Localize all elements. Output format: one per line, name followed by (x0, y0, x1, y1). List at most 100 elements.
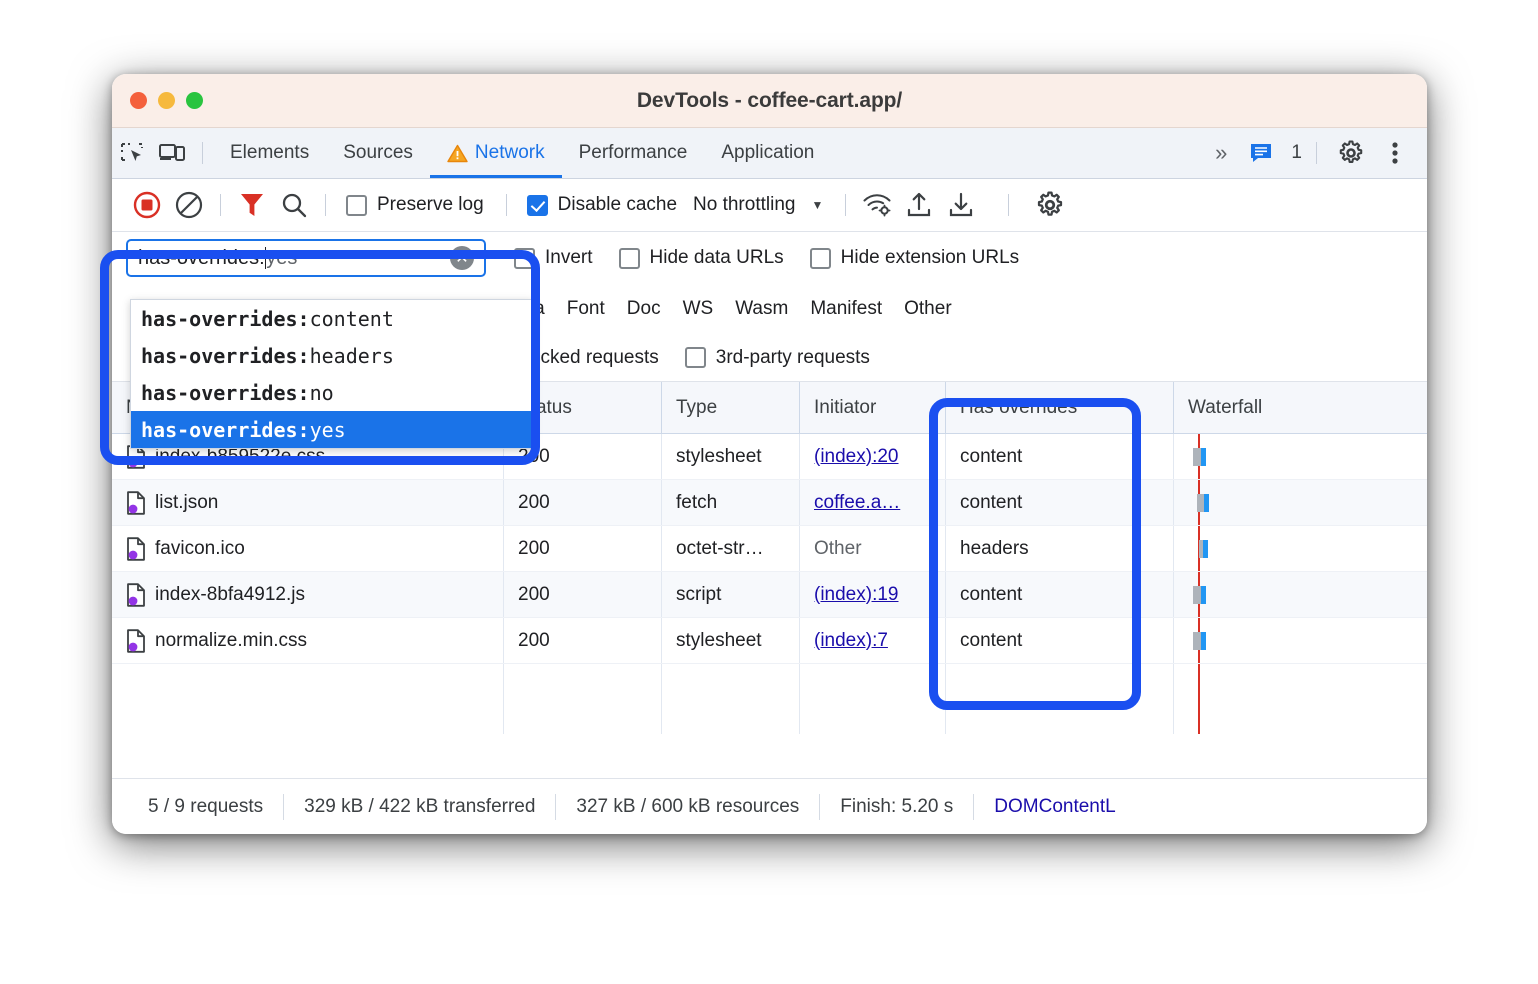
cell-has-overrides: headers (946, 526, 1174, 571)
search-icon[interactable] (273, 188, 315, 222)
type-filter-manifest[interactable]: Manifest (810, 298, 882, 320)
cell-status: 200 (504, 618, 662, 663)
tab-application[interactable]: Application (704, 128, 831, 178)
cell-waterfall (1174, 480, 1427, 525)
initiator-link[interactable]: coffee.a… (814, 492, 900, 514)
column-header-has-overrides[interactable]: Has overrides (946, 382, 1174, 433)
third-party-requests-box[interactable] (685, 347, 706, 368)
hide-data-urls-checkbox[interactable]: Hide data URLs (619, 247, 784, 269)
tab-network[interactable]: Network (430, 128, 562, 178)
hide-extension-urls-box[interactable] (810, 248, 831, 269)
cell-name[interactable]: index-8bfa4912.js (112, 572, 504, 617)
empty-cell-initiator (800, 664, 946, 734)
hide-extension-urls-label: Hide extension URLs (841, 247, 1019, 269)
window-title: DevTools - coffee-cart.app/ (112, 89, 1427, 113)
tab-performance[interactable]: Performance (562, 128, 705, 178)
status-requests: 5 / 9 requests (128, 796, 283, 818)
cell-type: script (662, 572, 800, 617)
autocomplete-option-no[interactable]: has-overrides:no (131, 374, 533, 411)
hide-extension-urls-checkbox[interactable]: Hide extension URLs (810, 247, 1019, 269)
cell-name-text: normalize.min.css (155, 630, 307, 652)
cell-status: 200 (504, 526, 662, 571)
cell-initiator[interactable]: coffee.a… (800, 480, 946, 525)
preserve-log-checkbox[interactable]: Preserve log (346, 194, 484, 216)
cell-initiator[interactable]: (index):19 (800, 572, 946, 617)
table-row[interactable]: favicon.ico 200 octet-str… Other headers (112, 526, 1427, 572)
toolbar-divider-5 (1008, 194, 1009, 216)
empty-cell-status (504, 664, 662, 734)
cell-name[interactable]: list.json (112, 480, 504, 525)
toolbar-divider (202, 142, 203, 164)
chevron-down-icon[interactable]: ▼ (811, 198, 823, 212)
cell-has-overrides: content (946, 480, 1174, 525)
third-party-requests-checkbox[interactable]: 3rd-party requests (685, 347, 870, 369)
record-stop-icon[interactable] (126, 188, 168, 222)
table-row[interactable]: normalize.min.css 200 stylesheet (index)… (112, 618, 1427, 664)
cell-initiator[interactable]: (index):7 (800, 618, 946, 663)
device-toolbar-icon[interactable] (152, 138, 192, 168)
filter-input-ghost: yes (266, 247, 297, 270)
inspect-element-icon[interactable] (112, 138, 152, 168)
empty-cell-name (112, 664, 504, 734)
wifi-settings-icon[interactable] (856, 188, 898, 222)
autocomplete-prefix: has-overrides: (141, 381, 310, 405)
cell-initiator[interactable]: (index):20 (800, 434, 946, 479)
type-filter-other[interactable]: Other (904, 298, 952, 320)
invert-checkbox[interactable]: Invert (514, 247, 593, 269)
column-header-waterfall[interactable]: Waterfall (1174, 382, 1427, 433)
autocomplete-prefix: has-overrides: (141, 418, 310, 442)
column-header-type[interactable]: Type (662, 382, 800, 433)
empty-cell-type (662, 664, 800, 734)
cell-name[interactable]: normalize.min.css (112, 618, 504, 663)
cell-status: 200 (504, 572, 662, 617)
table-row[interactable]: list.json 200 fetch coffee.a… content (112, 480, 1427, 526)
table-empty-area (112, 664, 1427, 734)
network-settings-gear-icon[interactable] (1029, 188, 1071, 222)
gear-icon[interactable] (1331, 138, 1371, 168)
initiator-link[interactable]: (index):20 (814, 446, 899, 468)
type-filter-font[interactable]: Font (567, 298, 605, 320)
type-filter-doc[interactable]: Doc (627, 298, 661, 320)
hide-data-urls-box[interactable] (619, 248, 640, 269)
toolbar-divider-1 (220, 194, 221, 216)
tab-sources[interactable]: Sources (326, 128, 430, 178)
window-titlebar: DevTools - coffee-cart.app/ (112, 74, 1427, 128)
invert-box[interactable] (514, 248, 535, 269)
cell-name-text: index-8bfa4912.js (155, 584, 305, 606)
preserve-log-box[interactable] (346, 195, 367, 216)
initiator-link[interactable]: (index):7 (814, 630, 888, 652)
download-har-icon[interactable] (940, 188, 982, 222)
filter-checkboxes: Invert Hide data URLs Hide extension URL… (514, 247, 1019, 269)
filter-input[interactable]: has-overrides:yes ✕ (126, 239, 486, 277)
clear-filter-icon[interactable]: ✕ (450, 246, 474, 270)
cell-waterfall (1174, 572, 1427, 617)
type-filter-wasm[interactable]: Wasm (735, 298, 788, 320)
tab-elements[interactable]: Elements (213, 128, 326, 178)
clear-icon[interactable] (168, 188, 210, 222)
cell-type: octet-str… (662, 526, 800, 571)
throttling-select[interactable]: No throttling (693, 194, 795, 216)
network-toolbar: Preserve log Disable cache No throttling… (112, 179, 1427, 232)
type-filter-ws[interactable]: WS (683, 298, 714, 320)
autocomplete-option-content[interactable]: has-overrides:content (131, 300, 533, 337)
console-messages-icon[interactable] (1241, 138, 1281, 168)
initiator-link[interactable]: (index):19 (814, 584, 899, 606)
autocomplete-option-yes[interactable]: has-overrides:yes (131, 411, 533, 448)
filter-funnel-icon[interactable] (231, 188, 273, 222)
column-header-initiator[interactable]: Initiator (800, 382, 946, 433)
more-tabs-icon[interactable]: » (1205, 140, 1237, 166)
tab-sources-label: Sources (343, 142, 413, 164)
tab-performance-label: Performance (579, 142, 688, 164)
panel-tabs: Elements Sources Network (213, 128, 831, 178)
cell-waterfall (1174, 618, 1427, 663)
network-status-bar: 5 / 9 requests 329 kB / 422 kB transferr… (112, 778, 1427, 834)
table-row[interactable]: index-8bfa4912.js 200 script (index):19 … (112, 572, 1427, 618)
autocomplete-option-headers[interactable]: has-overrides:headers (131, 337, 533, 374)
upload-har-icon[interactable] (898, 188, 940, 222)
cell-name[interactable]: favicon.ico (112, 526, 504, 571)
more-vertical-icon[interactable] (1375, 138, 1415, 168)
devtools-tabstrip: Elements Sources Network (112, 128, 1427, 179)
tab-elements-label: Elements (230, 142, 309, 164)
disable-cache-box[interactable] (527, 195, 548, 216)
disable-cache-checkbox[interactable]: Disable cache (527, 194, 677, 216)
